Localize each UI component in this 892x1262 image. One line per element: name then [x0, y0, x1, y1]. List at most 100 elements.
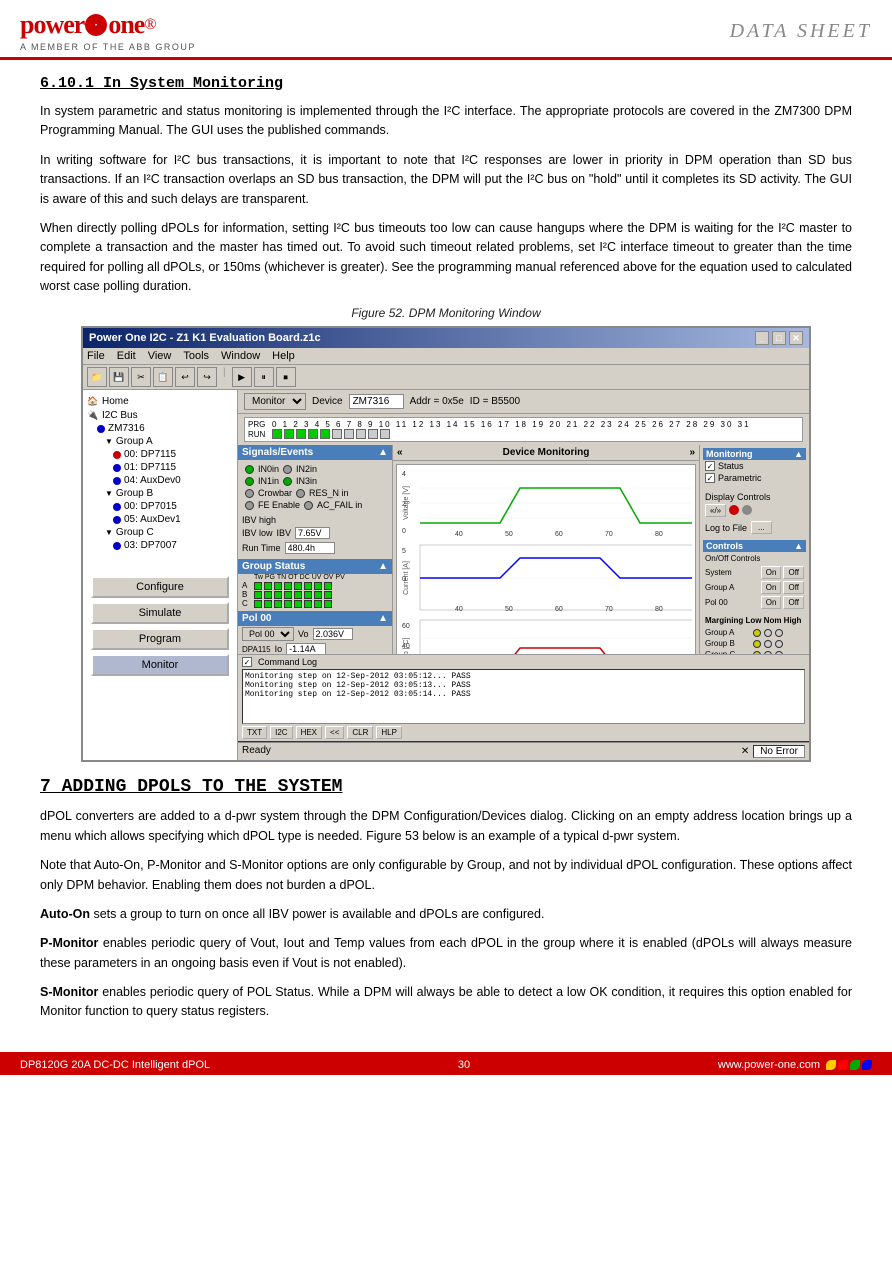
tree-item-dp7015[interactable]: 00: DP7015 [113, 500, 233, 513]
resn-led [296, 489, 305, 498]
tree-item-group-a[interactable]: ▼ Group A [105, 435, 233, 448]
menu-tools[interactable]: Tools [183, 350, 209, 362]
window-title: Power One I2C - Z1 K1 Evaluation Board.z… [89, 332, 321, 344]
pol00-on-btn[interactable]: On [761, 596, 782, 609]
maximize-button[interactable]: □ [772, 331, 786, 345]
pol00-off-btn[interactable]: Off [783, 596, 804, 609]
cmd-clr-btn[interactable]: CLR [347, 726, 373, 739]
dpa115-io-field[interactable] [286, 643, 326, 654]
ibv-field[interactable] [295, 527, 330, 539]
cmd-txt-btn[interactable]: TXT [242, 726, 267, 739]
close-button[interactable]: ✕ [789, 331, 803, 345]
controls-collapse-icon[interactable]: ▲ [794, 541, 803, 551]
toolbar-btn-1[interactable]: 📁 [87, 367, 107, 387]
gs-table: Tw PG TN OT DC UV OV PV A [238, 574, 392, 608]
nav-right-icon[interactable]: » [689, 447, 695, 458]
auxdev1-dot [113, 516, 121, 524]
toolbar-btn-8[interactable]: ⏸ [254, 367, 274, 387]
log-line-2: Monitoring step on 12-Sep-2012 03:05:13.… [245, 681, 802, 690]
tree-item-group-b[interactable]: ▼ Group B [105, 487, 233, 500]
menu-help[interactable]: Help [272, 350, 295, 362]
cmd-i2c-btn[interactable]: I2C [270, 726, 292, 739]
marg-a-nom-icon[interactable] [764, 629, 772, 637]
monitor-button[interactable]: Monitor [91, 654, 229, 676]
pol-collapse-icon[interactable]: ▲ [378, 613, 388, 624]
system-on-btn[interactable]: On [761, 566, 782, 579]
minimize-button[interactable]: _ [755, 331, 769, 345]
s-monitor-paragraph: S-Monitor enables periodic query of POL … [40, 983, 852, 1022]
menu-edit[interactable]: Edit [117, 350, 136, 362]
tree-item-group-c[interactable]: ▼ Group C [105, 526, 233, 539]
group-a-on-btn[interactable]: On [761, 581, 782, 594]
toolbar-btn-6[interactable]: ↪ [197, 367, 217, 387]
parametric-checkbox[interactable]: ✓ [705, 473, 715, 483]
nav-left-icon[interactable]: « [397, 447, 403, 458]
device-label: Device [312, 396, 343, 407]
marg-b-high-icon[interactable] [775, 640, 783, 648]
signals-collapse-icon[interactable]: ▲ [378, 447, 388, 458]
display-prev-btn[interactable]: «/» [705, 504, 726, 517]
cmd-hex-btn[interactable]: HEX [296, 726, 322, 739]
tree-item-auxdev0[interactable]: 04: AuxDev0 [113, 474, 233, 487]
toolbar-btn-3[interactable]: ✂ [131, 367, 151, 387]
tree-item-zm7316[interactable]: ZM7316 [97, 422, 233, 435]
toolbar-btn-2[interactable]: 💾 [109, 367, 129, 387]
datasheet-title: DATA SHEET [730, 20, 872, 43]
page-header: power · one ® A MEMBER OF THE ABB GROUP … [0, 0, 892, 60]
group-a-ctrl-row: Group A On Off [703, 580, 806, 595]
p-monitor-paragraph: P-Monitor enables periodic query of Vout… [40, 934, 852, 973]
controls-header: Controls ▲ [703, 540, 806, 552]
system-off-btn[interactable]: Off [783, 566, 804, 579]
monitor-select[interactable]: Monitor [244, 393, 306, 410]
tree-item-home[interactable]: 🏠 Home [87, 394, 233, 408]
marg-b-nom-icon[interactable] [764, 640, 772, 648]
sidebar-buttons: Configure Simulate Program Monitor [87, 572, 233, 676]
status-checkbox[interactable]: ✓ [705, 461, 715, 471]
marg-a-low-icon[interactable] [753, 629, 761, 637]
pol00-vo-field[interactable] [313, 628, 353, 640]
tree-item-i2c-bus[interactable]: 🔌 I2C Bus [87, 408, 233, 422]
marg-b-low-icon[interactable] [753, 640, 761, 648]
marg-a-high-icon[interactable] [775, 629, 783, 637]
toolbar-btn-5[interactable]: ↩ [175, 367, 195, 387]
program-button[interactable]: Program [91, 628, 229, 650]
footer-product: DP8120G 20A DC-DC Intelligent dPOL [20, 1059, 210, 1071]
group-a-off-btn[interactable]: Off [783, 581, 804, 594]
run-led-6 [344, 429, 354, 439]
log-line-1: Monitoring step on 12-Sep-2012 03:05:12.… [245, 672, 802, 681]
cmd-prev-btn[interactable]: << [325, 726, 344, 739]
menu-window[interactable]: Window [221, 350, 260, 362]
cmd-hlp-btn[interactable]: HLP [376, 726, 402, 739]
current-svg: 5 0 40 50 60 70 80 Current [A] [400, 543, 692, 613]
simulate-button[interactable]: Simulate [91, 602, 229, 624]
display-controls-label: Display Controls [705, 492, 804, 502]
configure-button[interactable]: Configure [91, 576, 229, 598]
cmd-log-checkbox[interactable]: ✓ [242, 657, 252, 667]
tree-item-dp7115-01[interactable]: 01: DP7115 [113, 461, 233, 474]
onoff-controls-label: On/Off Controls [703, 552, 806, 565]
group-b-icon: ▼ [105, 489, 113, 498]
gs-b-pg [264, 591, 272, 599]
cmd-buttons: TXT I2C HEX << CLR HLP [242, 726, 805, 739]
addr-label: Addr = 0x5e [410, 396, 464, 407]
log-to-file-button[interactable]: ... [751, 521, 772, 534]
run-time-field[interactable] [285, 542, 335, 554]
tree-item-dp7007[interactable]: 03: DP7007 [113, 539, 233, 552]
device-value[interactable] [349, 394, 404, 409]
group-status-icon[interactable]: ▲ [378, 561, 388, 572]
toolbar-btn-7[interactable]: ▶ [232, 367, 252, 387]
tree-item-auxdev1[interactable]: 05: AuxDev1 [113, 513, 233, 526]
pol00-ctrl-row: Pol 00 On Off [703, 595, 806, 610]
current-chart: 5 0 40 50 60 70 80 Current [A] [400, 543, 692, 615]
toolbar-btn-9[interactable]: ⏹ [276, 367, 296, 387]
menu-file[interactable]: File [87, 350, 105, 362]
page-content: 6.10.1 In System Monitoring In system pa… [0, 60, 892, 1052]
monitoring-collapse-icon[interactable]: ▲ [794, 449, 803, 459]
gs-b-pv [324, 591, 332, 599]
acfail-led [304, 501, 313, 510]
toolbar-btn-4[interactable]: 📋 [153, 367, 173, 387]
signal-in1in: IN1in IN3in [241, 475, 389, 487]
tree-item-dp7115-00[interactable]: 00: DP7115 [113, 448, 233, 461]
pol00-select[interactable]: Pol 00 [242, 627, 294, 641]
menu-view[interactable]: View [148, 350, 172, 362]
